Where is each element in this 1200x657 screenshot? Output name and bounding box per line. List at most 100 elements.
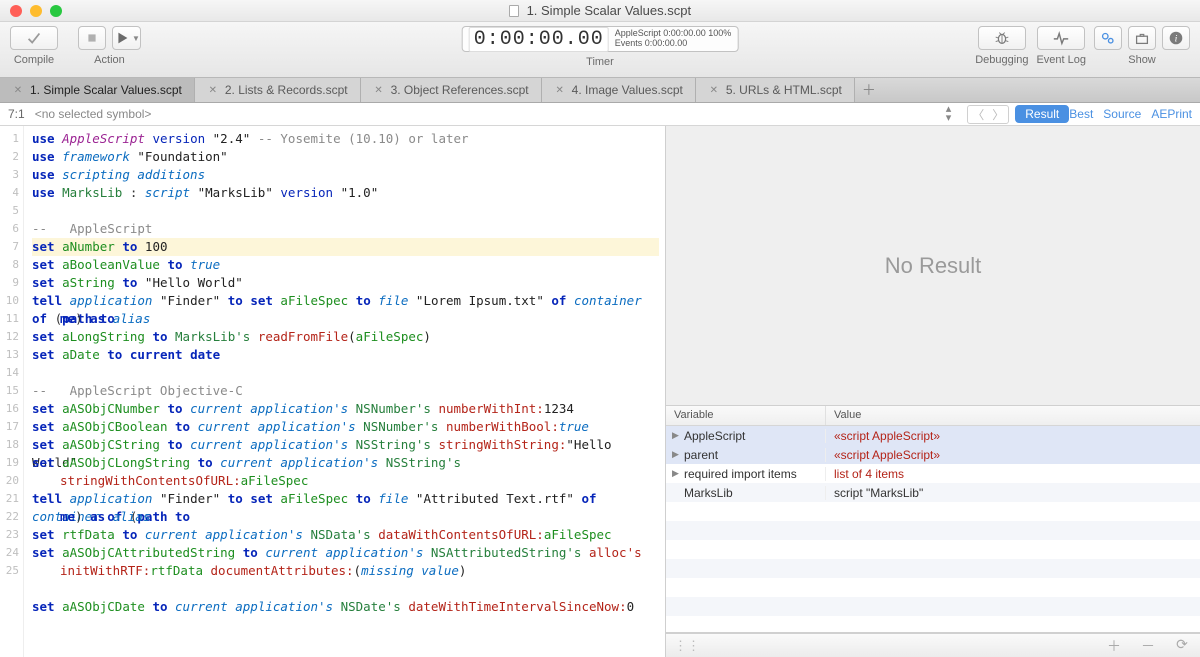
variable-row	[666, 578, 1200, 597]
history-nav: 〈 〉	[967, 105, 1009, 124]
editor-pane: 1234567891011121314151617181920212223242…	[0, 126, 666, 657]
variable-value: list of 4 items	[834, 467, 904, 481]
variables-header-val[interactable]: Value	[826, 406, 1200, 425]
variable-row	[666, 559, 1200, 578]
cursor-position: 7:1	[8, 107, 25, 121]
pulse-icon	[1052, 29, 1070, 47]
disclosure-triangle-icon[interactable]: ▶	[672, 468, 682, 479]
history-back-button[interactable]: 〈	[968, 106, 988, 123]
code-editor[interactable]: use AppleScript version "2.4" -- Yosemit…	[24, 126, 665, 657]
show-label: Show	[1128, 54, 1156, 66]
filter-icon[interactable]: ⋮⋮	[674, 638, 700, 654]
stop-button[interactable]	[78, 26, 106, 50]
selected-symbol[interactable]: <no selected symbol>	[35, 107, 946, 121]
document-tabs: ✕ 1. Simple Scalar Values.scpt ✕ 2. List…	[0, 78, 1200, 103]
toolbar: Compile ▼ Action 0:00:00.00 AppleScript …	[0, 22, 1200, 78]
window-title: 1. Simple Scalar Values.scpt	[0, 3, 1200, 18]
play-icon	[113, 29, 131, 47]
variable-name: required import items	[684, 467, 797, 481]
variable-value: script "MarksLib"	[834, 486, 923, 500]
mode-aeprint[interactable]: AEPrint	[1151, 107, 1192, 121]
bug-icon	[993, 29, 1011, 47]
tab-2-label: 2. Lists & Records.scpt	[225, 83, 348, 97]
variable-row	[666, 540, 1200, 559]
show-info-button[interactable]: i	[1162, 26, 1190, 50]
tab-3-label: 3. Object References.scpt	[391, 83, 529, 97]
result-tab[interactable]: Result	[1015, 105, 1069, 123]
window-title-text: 1. Simple Scalar Values.scpt	[527, 3, 692, 18]
variable-value: «script AppleScript»	[834, 429, 940, 443]
variable-row	[666, 597, 1200, 616]
tab-5-label: 5. URLs & HTML.scpt	[726, 83, 842, 97]
timer-display: 0:00:00.00 AppleScript 0:00:00.00 100% E…	[462, 26, 739, 52]
traffic-lights	[0, 5, 62, 17]
tab-3[interactable]: ✕ 3. Object References.scpt	[361, 78, 542, 102]
debugging-button[interactable]	[978, 26, 1026, 50]
show-inspector-button[interactable]	[1128, 26, 1156, 50]
minimize-window-button[interactable]	[30, 5, 42, 17]
tab-1[interactable]: ✕ 1. Simple Scalar Values.scpt	[0, 78, 195, 102]
gears-icon	[1099, 29, 1117, 47]
timer-events: Events 0:00:00.00	[615, 39, 732, 49]
remove-button[interactable]: －	[1138, 636, 1158, 656]
variable-row[interactable]: ▶required import items list of 4 items	[666, 464, 1200, 483]
checkmark-icon	[25, 29, 43, 47]
close-icon[interactable]: ✕	[373, 84, 385, 96]
document-icon	[509, 5, 519, 17]
result-mode-tabs: Best Source AEPrint	[1069, 107, 1192, 121]
run-button[interactable]: ▼	[112, 26, 141, 50]
variables-table: Variable Value ▶AppleScript«script Apple…	[666, 406, 1200, 633]
variable-row	[666, 502, 1200, 521]
main-split: 1234567891011121314151617181920212223242…	[0, 126, 1200, 657]
no-result-text: No Result	[885, 253, 982, 279]
variable-row[interactable]: MarksLib script "MarksLib"	[666, 483, 1200, 502]
tab-5[interactable]: ✕ 5. URLs & HTML.scpt	[696, 78, 855, 102]
show-gears-button[interactable]	[1094, 26, 1122, 50]
timer-digits: 0:00:00.00	[469, 27, 609, 52]
eventlog-button[interactable]	[1037, 26, 1085, 50]
tab-2[interactable]: ✕ 2. Lists & Records.scpt	[195, 78, 361, 102]
disclosure-triangle-icon[interactable]: ▶	[672, 449, 682, 460]
timer-label: Timer	[586, 56, 614, 68]
titlebar: 1. Simple Scalar Values.scpt	[0, 0, 1200, 22]
disclosure-triangle-icon[interactable]: ▶	[672, 430, 682, 441]
symbol-stepper[interactable]: ▴▾	[946, 105, 952, 123]
history-forward-button[interactable]: 〉	[988, 106, 1008, 123]
line-gutter: 1234567891011121314151617181920212223242…	[0, 126, 24, 657]
refresh-button[interactable]: ⟳	[1172, 636, 1192, 656]
variable-row	[666, 521, 1200, 540]
mode-source[interactable]: Source	[1103, 107, 1141, 121]
zoom-window-button[interactable]	[50, 5, 62, 17]
close-icon[interactable]: ✕	[554, 84, 566, 96]
svg-text:i: i	[1175, 34, 1178, 45]
variables-header-var[interactable]: Variable	[666, 406, 826, 425]
info-icon: i	[1167, 29, 1185, 47]
compile-button[interactable]	[10, 26, 58, 50]
add-button[interactable]: ＋	[1104, 636, 1124, 656]
symbol-bar: 7:1 <no selected symbol> ▴▾ 〈 〉 Result B…	[0, 103, 1200, 126]
debugging-label: Debugging	[975, 54, 1028, 66]
eventlog-label: Event Log	[1036, 54, 1086, 66]
chevron-down-icon: ▼	[132, 34, 140, 43]
tab-4[interactable]: ✕ 4. Image Values.scpt	[542, 78, 696, 102]
action-label: Action	[94, 54, 125, 66]
variable-row[interactable]: ▶parent«script AppleScript»	[666, 445, 1200, 464]
variable-name: AppleScript	[684, 429, 745, 443]
new-tab-button[interactable]: ＋	[855, 78, 883, 102]
result-area: No Result	[666, 126, 1200, 406]
variables-toolbar: ⋮⋮ ＋ － ⟳	[666, 633, 1200, 657]
close-icon[interactable]: ✕	[12, 84, 24, 96]
variable-name: parent	[684, 448, 718, 462]
briefcase-icon	[1133, 29, 1151, 47]
stop-icon	[83, 29, 101, 47]
results-pane: No Result Variable Value ▶AppleScript«sc…	[666, 126, 1200, 657]
close-icon[interactable]: ✕	[708, 84, 720, 96]
mode-best[interactable]: Best	[1069, 107, 1093, 121]
tab-1-label: 1. Simple Scalar Values.scpt	[30, 83, 182, 97]
variable-name: MarksLib	[684, 486, 733, 500]
close-icon[interactable]: ✕	[207, 84, 219, 96]
variable-row[interactable]: ▶AppleScript «script AppleScript»	[666, 426, 1200, 445]
compile-label: Compile	[14, 54, 54, 66]
close-window-button[interactable]	[10, 5, 22, 17]
tab-4-label: 4. Image Values.scpt	[572, 83, 683, 97]
